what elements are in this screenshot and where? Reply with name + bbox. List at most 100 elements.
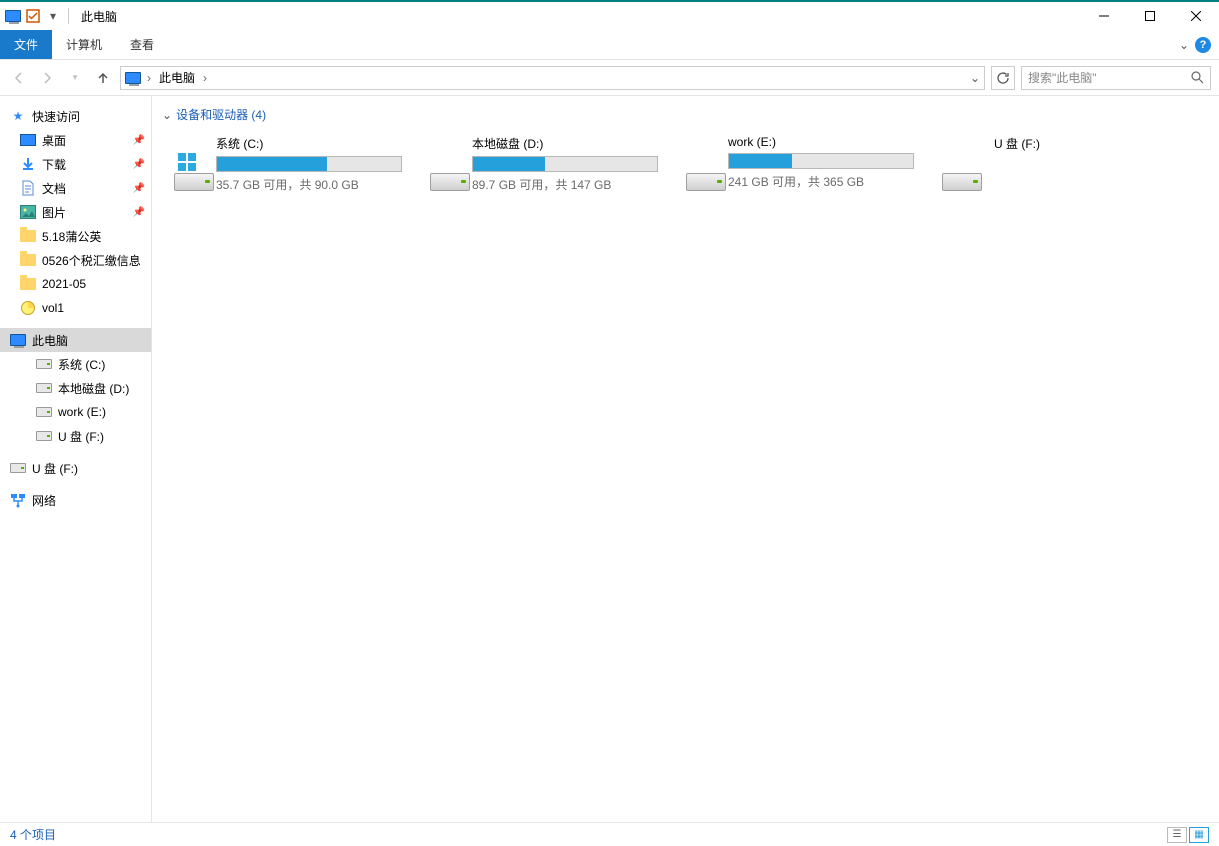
- drive-icon: [684, 151, 718, 191]
- folder-icon: [20, 230, 36, 242]
- view-details-button[interactable]: ☰: [1167, 827, 1187, 843]
- tree-item-label: 文档: [42, 180, 66, 197]
- address-dropdown-icon[interactable]: ⌄: [970, 71, 980, 85]
- drive-name: 本地磁盘 (D:): [472, 133, 658, 152]
- status-bar: 4 个项目 ☰ ▦: [0, 822, 1219, 846]
- drive-icon: [940, 151, 984, 191]
- tree-pinned-item[interactable]: 下载 📌: [0, 152, 151, 176]
- capacity-bar: [728, 153, 914, 169]
- ribbon: 文件 计算机 查看 ⌄ ?: [0, 30, 1219, 60]
- separator: [68, 8, 69, 24]
- pin-icon: 📌: [133, 207, 145, 218]
- tree-pinned-item[interactable]: 桌面 📌: [0, 128, 151, 152]
- ribbon-tab-file[interactable]: 文件: [0, 30, 52, 59]
- minimize-button[interactable]: [1081, 2, 1127, 30]
- tree-recent-item[interactable]: vol1: [0, 296, 151, 320]
- group-header[interactable]: ⌄ 设备和驱动器 (4): [158, 106, 1213, 123]
- drive-stats: 35.7 GB 可用，共 90.0 GB: [216, 176, 402, 193]
- folder-icon: [20, 278, 36, 290]
- qat-properties-icon[interactable]: [24, 7, 42, 25]
- drive-tile[interactable]: 本地磁盘 (D:) 89.7 GB 可用，共 147 GB: [428, 133, 658, 193]
- tree-item-label: 系统 (C:): [58, 356, 105, 373]
- tree-item-label: 5.18蒲公英: [42, 228, 101, 245]
- star-icon: ★: [10, 108, 26, 124]
- maximize-button[interactable]: [1127, 2, 1173, 30]
- tree-item-label: U 盘 (F:): [58, 428, 104, 445]
- navigation-bar: ▾ › 此电脑 › ⌄: [0, 60, 1219, 96]
- search-icon[interactable]: [1191, 71, 1204, 84]
- tree-item-label: 0526个税汇缴信息: [42, 252, 141, 269]
- drive-tile[interactable]: U 盘 (F:): [940, 133, 1170, 193]
- window-title: 此电脑: [81, 8, 117, 25]
- tree-network[interactable]: 网络: [0, 488, 151, 512]
- forward-button[interactable]: [36, 67, 58, 89]
- picture-icon: [20, 204, 36, 220]
- tree-item-label: 图片: [42, 204, 66, 221]
- download-icon: [20, 156, 36, 172]
- tree-item-label: vol1: [42, 301, 64, 315]
- drive-icon: [36, 404, 52, 420]
- folder-icon: [20, 254, 36, 266]
- status-count: 4 个项目: [10, 826, 56, 843]
- refresh-button[interactable]: [991, 66, 1015, 90]
- content-pane[interactable]: ⌄ 设备和驱动器 (4) 系统 (C:) 35.7 GB 可用，共 90.0 G…: [152, 96, 1219, 822]
- drive-icon: [36, 356, 52, 372]
- navigation-tree: ★ 快速访问 桌面 📌 下载 📌 文档 📌 图片 📌 5.18蒲公英 0526个…: [0, 96, 152, 822]
- desktop-icon: [20, 132, 36, 148]
- app-icon: [4, 7, 22, 25]
- drive-tile[interactable]: 系统 (C:) 35.7 GB 可用，共 90.0 GB: [172, 133, 402, 193]
- view-tiles-button[interactable]: ▦: [1189, 827, 1209, 843]
- ribbon-expand-icon[interactable]: ⌄: [1179, 38, 1189, 52]
- tree-item-label: 下载: [42, 156, 66, 173]
- recent-locations-button[interactable]: ▾: [64, 67, 86, 89]
- windows-logo-icon: [178, 153, 196, 171]
- capacity-bar: [472, 156, 658, 172]
- help-icon[interactable]: ?: [1195, 37, 1211, 53]
- tree-drive-item[interactable]: U 盘 (F:): [0, 424, 151, 448]
- network-icon: [10, 492, 26, 508]
- document-icon: [20, 180, 36, 196]
- tree-drive-item[interactable]: 本地磁盘 (D:): [0, 376, 151, 400]
- drive-stats: 241 GB 可用，共 365 GB: [728, 173, 914, 190]
- address-bar-icon: [125, 70, 141, 86]
- tree-recent-item[interactable]: 0526个税汇缴信息: [0, 248, 151, 272]
- qat-dropdown-icon[interactable]: ▾: [44, 7, 62, 25]
- drive-name: work (E:): [728, 133, 914, 149]
- drive-icon: [36, 428, 52, 444]
- ribbon-tab-computer[interactable]: 计算机: [52, 30, 116, 59]
- chevron-down-icon[interactable]: ⌄: [162, 108, 172, 122]
- drive-icon: [172, 151, 206, 191]
- pin-icon: 📌: [133, 159, 145, 170]
- pin-icon: 📌: [133, 183, 145, 194]
- pin-icon: 📌: [133, 135, 145, 146]
- up-button[interactable]: [92, 67, 114, 89]
- tree-drive-item[interactable]: work (E:): [0, 400, 151, 424]
- chevron-right-icon[interactable]: ›: [147, 71, 151, 85]
- capacity-bar: [216, 156, 402, 172]
- search-box[interactable]: [1021, 66, 1211, 90]
- tree-pinned-item[interactable]: 文档 📌: [0, 176, 151, 200]
- search-input[interactable]: [1028, 71, 1191, 85]
- tree-quick-access[interactable]: ★ 快速访问: [0, 104, 151, 128]
- ribbon-tab-view[interactable]: 查看: [116, 30, 168, 59]
- disk-icon: [21, 301, 35, 315]
- tree-item-label: 2021-05: [42, 277, 86, 291]
- tree-pinned-item[interactable]: 图片 📌: [0, 200, 151, 224]
- group-title: 设备和驱动器 (4): [176, 106, 266, 123]
- tree-removable[interactable]: U 盘 (F:): [0, 456, 151, 480]
- chevron-right-icon[interactable]: ›: [203, 71, 207, 85]
- tree-drive-item[interactable]: 系统 (C:): [0, 352, 151, 376]
- close-button[interactable]: [1173, 2, 1219, 30]
- tree-item-label: 桌面: [42, 132, 66, 149]
- breadcrumb-root[interactable]: 此电脑: [157, 69, 197, 86]
- back-button[interactable]: [8, 67, 30, 89]
- tree-recent-item[interactable]: 2021-05: [0, 272, 151, 296]
- drive-icon: [36, 380, 52, 396]
- tree-recent-item[interactable]: 5.18蒲公英: [0, 224, 151, 248]
- drive-icon: [10, 460, 26, 476]
- drive-stats: 89.7 GB 可用，共 147 GB: [472, 176, 658, 193]
- tree-this-pc[interactable]: 此电脑: [0, 328, 151, 352]
- address-bar[interactable]: › 此电脑 › ⌄: [120, 66, 985, 90]
- drive-name: U 盘 (F:): [994, 133, 1170, 152]
- drive-tile[interactable]: work (E:) 241 GB 可用，共 365 GB: [684, 133, 914, 193]
